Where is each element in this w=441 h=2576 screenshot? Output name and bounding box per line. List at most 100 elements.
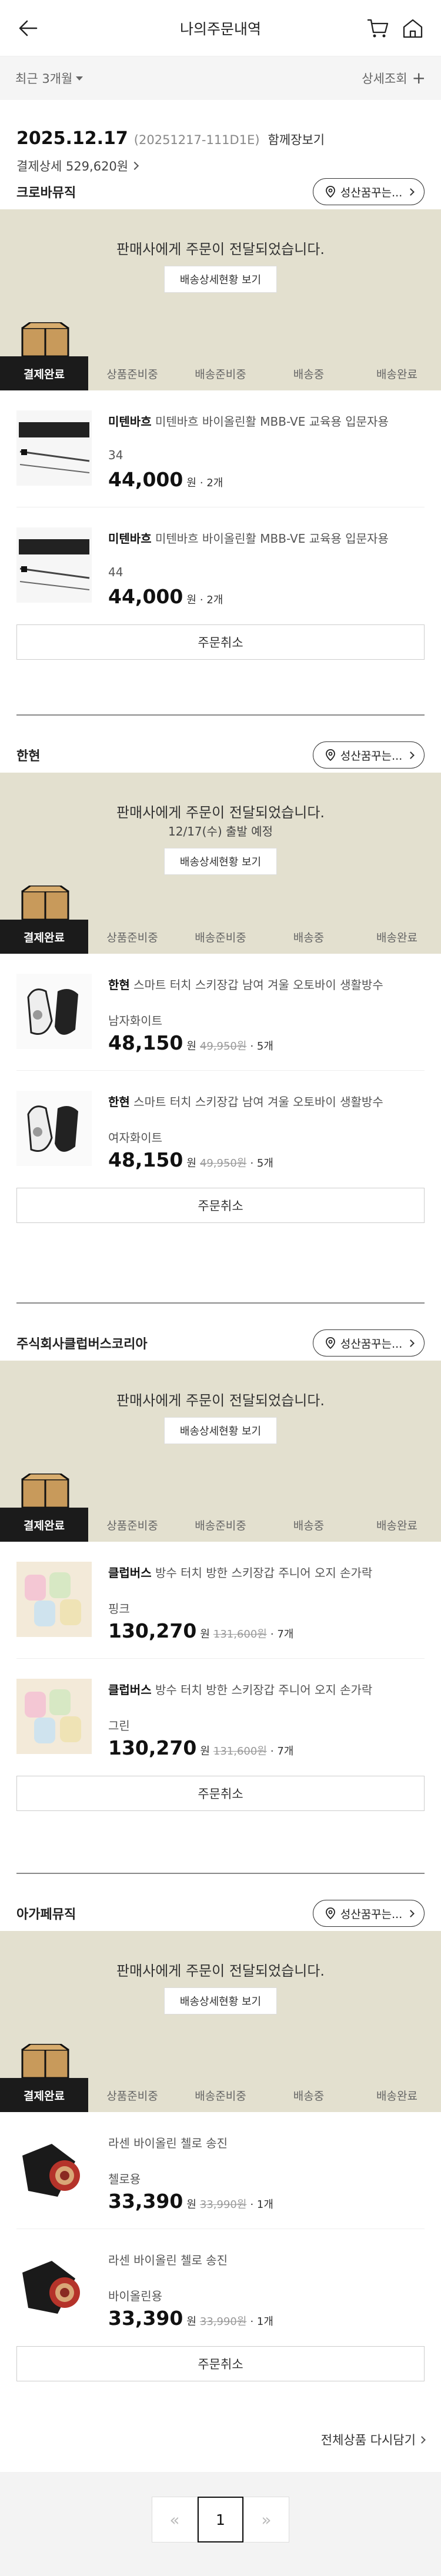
back-arrow-icon[interactable] [15,18,39,39]
detail-search-button[interactable]: 상세조회 + [362,69,426,87]
store-location-button[interactable]: 성산꿈꾸는... [313,1900,425,1927]
currency-unit: 원 [186,2316,196,2328]
tracking-detail-button[interactable]: 배송상세현황 보기 [164,848,277,875]
seller-header: 한현 성산꿈꾸는... [0,737,441,773]
payment-detail-link[interactable]: 결제상세 529,620원 [16,157,425,175]
status-step: 상품준비중 [106,1519,158,1532]
product-brand: 한현 [108,1095,130,1109]
product-item[interactable]: 클럽버스 방수 터치 방한 스키장갑 주니어 오지 손가락 그린 130,270 원 1… [16,1659,425,1776]
store-location-label: 성산꿈꾸는... [340,749,403,763]
product-option: 남자화이트 [108,1014,162,1028]
product-thumbnail[interactable] [16,2249,92,2324]
product-name[interactable]: 미텐바흐 미텐바흐 바이올린활 MBB-VE 교육용 입문자용 [108,530,425,547]
product-name[interactable]: 라센 바이올린 첼로 송진 [108,2134,425,2152]
home-icon[interactable] [401,17,425,39]
payment-detail-label: 결제상세 529,620원 [16,159,129,173]
product-option: 바이올린용 [108,2289,162,2303]
product-thumbnail[interactable] [16,2132,92,2207]
store-location-button[interactable]: 성산꿈꾸는... [313,741,425,769]
section-divider [16,714,425,716]
product-name[interactable]: 한현 스마트 터치 스키장갑 남여 겨울 오토바이 생활방수 [108,1093,425,1111]
product-option: 34 [108,448,123,462]
product-option: 여자화이트 [108,1131,162,1145]
chevron-right-icon [407,1339,415,1347]
product-name[interactable]: 미텐바흐 미텐바흐 바이올린활 MBB-VE 교육용 입문자용 [108,413,425,430]
chevron-right-icon [407,188,415,196]
product-price-row: 48,150 원 49,950원 · 5개 [108,1031,273,1054]
product-price: 48,150 [108,1148,183,1171]
order-status-panel: 판매사에게 주문이 전달되었습니다. 배송상세현황 보기 [0,1931,441,2078]
current-page[interactable]: 1 [198,2497,243,2542]
seller-header: 아가페뮤직 성산꿈꾸는... [0,1896,441,1931]
product-name[interactable]: 클럽버스 방수 터치 방한 스키장갑 주니어 오지 손가락 [108,1681,425,1699]
original-price: 49,950원 [199,1157,247,1170]
currency-unit: 원 [200,1628,210,1641]
prev-page-button[interactable]: « [152,2497,198,2542]
period-dropdown[interactable]: 최근 3개월 [15,69,83,87]
tracking-detail-button[interactable]: 배송상세현황 보기 [164,1987,277,2014]
order-date-row: 2025.12.17 (20251217-111D1E) 함께장보기 [16,128,425,149]
package-box-icon [21,1474,69,1508]
original-price: 131,600원 [213,1628,267,1641]
seller-name: 주식회사클럽버스코리아 [16,1337,148,1352]
next-page-button[interactable]: » [243,2497,289,2542]
chevron-right-icon [407,751,415,759]
repurchase-all-link[interactable]: 전체상품 다시담기 [320,2431,426,2448]
page-title: 나의주문내역 [179,20,261,38]
product-thumbnail[interactable] [16,527,92,603]
product-thumbnail[interactable] [16,974,92,1049]
product-item[interactable]: 라센 바이올린 첼로 송진바이올린용 33,390 원 33,990원 · 1개 [16,2229,425,2346]
product-thumbnail[interactable] [16,1679,92,1754]
product-price: 33,390 [108,2307,183,2330]
product-price-row: 44,000 원 · 2개 [108,585,223,608]
cart-icon[interactable] [366,17,389,39]
view-all-link[interactable]: 함께장보기 [268,131,325,148]
tracking-detail-button[interactable]: 배송상세현황 보기 [164,1417,277,1444]
cancel-order-button[interactable]: 주문취소 [16,624,425,660]
store-location-button[interactable]: 성산꿈꾸는... [313,1329,425,1357]
product-item[interactable]: 미텐바흐 미텐바흐 바이올린활 MBB-VE 교육용 입문자용 34 44,000 원… [16,390,425,507]
product-item[interactable]: 한현 스마트 터치 스키장갑 남여 겨울 오토바이 생활방수남자화이트 48,15… [16,954,425,1071]
status-step: 배송완료 [376,1519,417,1532]
order-status-panel: 판매사에게 주문이 전달되었습니다. 12/17(수) 출발 예정 배송상세현황 보… [0,773,441,920]
product-price-row: 130,270 원 131,600원 · 7개 [108,1736,293,1759]
store-location-button[interactable]: 성산꿈꾸는... [313,178,425,205]
package-box-icon [21,2044,69,2078]
quantity: · 5개 [250,1157,273,1170]
product-name[interactable]: 클럽버스 방수 터치 방한 스키장갑 주니어 오지 손가락 [108,1564,425,1582]
product-item[interactable]: 미텐바흐 미텐바흐 바이올린활 MBB-VE 교육용 입문자용 44 44,000 원… [16,507,425,624]
cancel-order-button[interactable]: 주문취소 [16,2346,425,2381]
status-steps: 결제완료 상품준비중 배송준비중 배송중 배송완료 [0,1508,441,1542]
status-message: 판매사에게 주문이 전달되었습니다. [116,804,325,821]
store-location-label: 성산꿈꾸는... [340,186,403,199]
product-desc: 방수 터치 방한 스키장갑 주니어 오지 손가락 [155,1683,373,1697]
product-item[interactable]: 라센 바이올린 첼로 송진 첼로용 33,390 원 33,990원 · 1개 [16,2112,425,2229]
product-thumbnail[interactable] [16,1091,92,1166]
package-box-icon [21,322,69,356]
product-option: 첼로용 [108,2172,141,2186]
product-brand: 미텐바흐 [108,415,152,429]
package-box-icon [21,886,69,920]
quantity: · 1개 [250,2316,273,2328]
product-name[interactable]: 한현 스마트 터치 스키장갑 남여 겨울 오토바이 생활방수 [108,976,425,994]
status-step: 배송중 [293,367,325,381]
product-thumbnail[interactable] [16,410,92,486]
order-number: (20251217-111D1E) [133,133,260,147]
cancel-order-button[interactable]: 주문취소 [16,1776,425,1811]
app-header: 나의주문내역 [0,0,441,56]
cancel-order-button[interactable]: 주문취소 [16,1188,425,1223]
product-item[interactable]: 한현 스마트 터치 스키장갑 남여 겨울 오토바이 생활방수여자화이트 48,15… [16,1071,425,1188]
product-desc: 스마트 터치 스키장갑 남여 겨울 오토바이 생활방수 [133,1095,383,1109]
original-price: 33,990원 [199,2316,247,2328]
original-price: 49,950원 [199,1040,247,1053]
status-message: 판매사에게 주문이 전달되었습니다. [116,1392,325,1409]
status-step: 배송완료 [376,367,417,381]
product-name[interactable]: 라센 바이올린 첼로 송진 [108,2251,425,2269]
repurchase-label: 전체상품 다시담기 [320,2433,416,2447]
status-step: 배송준비중 [195,931,246,944]
product-thumbnail[interactable] [16,1562,92,1637]
tracking-detail-button[interactable]: 배송상세현황 보기 [164,266,277,293]
product-item[interactable]: 클럽버스 방수 터치 방한 스키장갑 주니어 오지 손가락 핑크 130,270 원 1… [16,1542,425,1659]
status-step: 결제완료 [0,2078,88,2112]
chevron-right-icon [131,161,139,171]
